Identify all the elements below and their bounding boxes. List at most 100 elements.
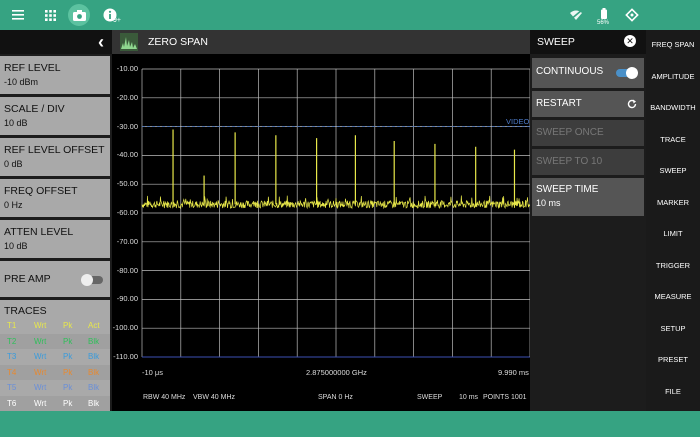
trace-mode: Wrt: [34, 398, 47, 408]
rbw-readout: RBW 40 MHz: [143, 394, 186, 401]
scale-div-value: 10 dB: [4, 118, 28, 128]
atten-level-button[interactable]: ATTEN LEVEL 10 dB: [0, 220, 110, 258]
amplitude-panel-header: ‹: [0, 30, 112, 54]
menu-item-preset[interactable]: PRESET: [646, 355, 700, 364]
back-chevron-icon[interactable]: ‹: [98, 32, 104, 53]
y-tick-label: -90.00: [116, 294, 138, 304]
trace-id: T5: [7, 383, 17, 392]
main-menu: FREQ SPAN AMPLITUDE BANDWIDTH TRACE SWEEP MAR…: [646, 30, 700, 411]
trace-id: T4: [7, 367, 17, 377]
menu-item-measure[interactable]: MEASURE: [646, 292, 700, 301]
wifi-off-icon: [566, 5, 586, 25]
menu-item-trace[interactable]: TRACE: [646, 135, 700, 144]
close-icon[interactable]: ✕: [624, 35, 636, 47]
y-tick-label: -50.00: [116, 179, 138, 189]
trace-mode: Wrt: [34, 336, 47, 346]
continuous-toggle[interactable]: [616, 67, 638, 79]
trace-state: Blk: [88, 398, 100, 408]
apps-grid-icon[interactable]: [40, 5, 60, 25]
bottom-bar: [0, 411, 700, 437]
y-tick-label: -60.00: [116, 208, 138, 217]
pre-amp-toggle[interactable]: [81, 274, 103, 286]
spectrum-plot[interactable]: -10.00 -20.00 -30.00 -40.00 -50.00 -60.00 -70.…: [112, 54, 530, 411]
trace-row-t6[interactable]: T6 Wrt Pk Blk: [0, 395, 110, 411]
camera-icon[interactable]: [68, 4, 90, 26]
sweep-once-button[interactable]: SWEEP ONCE: [532, 120, 644, 146]
hamburger-menu-icon[interactable]: [8, 5, 28, 25]
continuous-row[interactable]: CONTINUOUS: [532, 58, 644, 88]
sweep-readout-label: SWEEP: [417, 394, 443, 401]
trace-det: Pk: [63, 398, 73, 408]
trace-id: T2: [7, 336, 17, 346]
trace-state: Blk: [88, 367, 100, 377]
sweep-to-button[interactable]: SWEEP TO 10: [532, 149, 644, 175]
sweep-panel-header: SWEEP ✕: [530, 30, 646, 54]
y-tick-label: -30.00: [116, 121, 138, 131]
menu-item-freq-span[interactable]: FREQ SPAN: [646, 40, 700, 49]
ref-level-offset-value: 0 dB: [4, 159, 23, 169]
trace-det: Pk: [63, 383, 73, 392]
y-tick-label: -40.00: [116, 150, 138, 160]
atten-level-label: ATTEN LEVEL: [4, 226, 74, 238]
plot-svg: [141, 68, 530, 358]
trace-det: Pk: [63, 321, 73, 330]
ref-level-offset-label: REF LEVEL OFFSET: [4, 144, 105, 156]
trace-row-t4[interactable]: T4 Wrt Pk Blk: [0, 364, 110, 380]
spectrum-logo-icon: [120, 33, 138, 51]
sweep-readout-value: 10 ms: [459, 394, 479, 401]
menu-item-limit[interactable]: LIMIT: [646, 229, 700, 238]
trace-row-t3[interactable]: T3 Wrt Pk Blk: [0, 349, 110, 364]
trace-row-t1[interactable]: T1 Wrt Pk Act: [0, 318, 110, 333]
menu-item-sweep[interactable]: SWEEP: [646, 166, 700, 175]
freq-offset-button[interactable]: FREQ OFFSET 0 Hz: [0, 179, 110, 217]
menu-item-setup[interactable]: SETUP: [646, 324, 700, 333]
x-start-label: -10 μs: [142, 368, 163, 377]
sweep-once-label: SWEEP ONCE: [536, 127, 604, 138]
scale-div-button[interactable]: SCALE / DIV 10 dB: [0, 97, 110, 135]
trace-state: Act: [88, 321, 100, 330]
x-end-label: 9.990 ms: [498, 368, 529, 377]
ref-level-label: REF LEVEL: [4, 62, 61, 74]
battery-level: 56%: [597, 20, 610, 26]
amplitude-panel: ‹ REF LEVEL -10 dBm SCALE / DIV 10 dB RE…: [0, 30, 112, 411]
trace-mode: Wrt: [34, 383, 47, 392]
menu-item-marker[interactable]: MARKER: [646, 198, 700, 207]
y-tick-label: -20.00: [116, 92, 138, 102]
restart-label: RESTART: [536, 98, 582, 109]
trace-det: Pk: [63, 336, 73, 346]
ref-level-offset-button[interactable]: REF LEVEL OFFSET 0 dB: [0, 138, 110, 176]
freq-offset-label: FREQ OFFSET: [4, 185, 78, 197]
trace-mode: Wrt: [34, 367, 47, 377]
sweep-to-label: SWEEP TO 10: [536, 156, 603, 167]
screen-rotate-icon[interactable]: [622, 5, 642, 25]
ref-level-value: -10 dBm: [4, 77, 39, 87]
trace-det: Pk: [63, 367, 73, 377]
trace-mode: Wrt: [34, 352, 47, 361]
menu-item-amplitude[interactable]: AMPLITUDE: [646, 72, 700, 81]
x-center-label: 2.875000000 GHz: [306, 368, 367, 377]
trace-state: Blk: [88, 352, 100, 361]
y-tick-label: -100.00: [112, 323, 138, 333]
sweep-time-label: SWEEP TIME: [536, 184, 599, 195]
continuous-label: CONTINUOUS: [536, 66, 604, 77]
y-tick-label: -110.00: [113, 352, 138, 361]
sweep-time-button[interactable]: SWEEP TIME 10 ms: [532, 178, 644, 216]
points-readout: POINTS 1001: [483, 394, 527, 401]
y-tick-label: -10.00: [116, 64, 138, 73]
vbw-readout: VBW 40 MHz: [193, 394, 236, 401]
trace-id: T6: [7, 398, 17, 408]
menu-item-file[interactable]: FILE: [646, 387, 700, 396]
ref-level-button[interactable]: REF LEVEL -10 dBm: [0, 56, 110, 94]
view-title: ZERO SPAN: [148, 36, 208, 48]
traces-table: TRACES T1 Wrt Pk Act T2 Wrt Pk Blk T3 Wrt Pk Blk T4 W…: [0, 300, 110, 411]
menu-item-trigger[interactable]: TRIGGER: [646, 261, 700, 270]
restart-button[interactable]: RESTART: [532, 91, 644, 117]
trace-mode: Wrt: [34, 321, 47, 330]
trace-row-t5[interactable]: T5 Wrt Pk Blk: [0, 380, 110, 395]
notification-badge: 9+: [113, 17, 121, 24]
trace-det: Pk: [63, 352, 73, 361]
sweep-panel: SWEEP ✕ CONTINUOUS RESTART SWEEP ONCE SW…: [530, 30, 646, 411]
menu-item-bandwidth[interactable]: BANDWIDTH: [646, 103, 700, 112]
pre-amp-row[interactable]: PRE AMP: [0, 261, 110, 297]
trace-row-t2[interactable]: T2 Wrt Pk Blk: [0, 333, 110, 349]
